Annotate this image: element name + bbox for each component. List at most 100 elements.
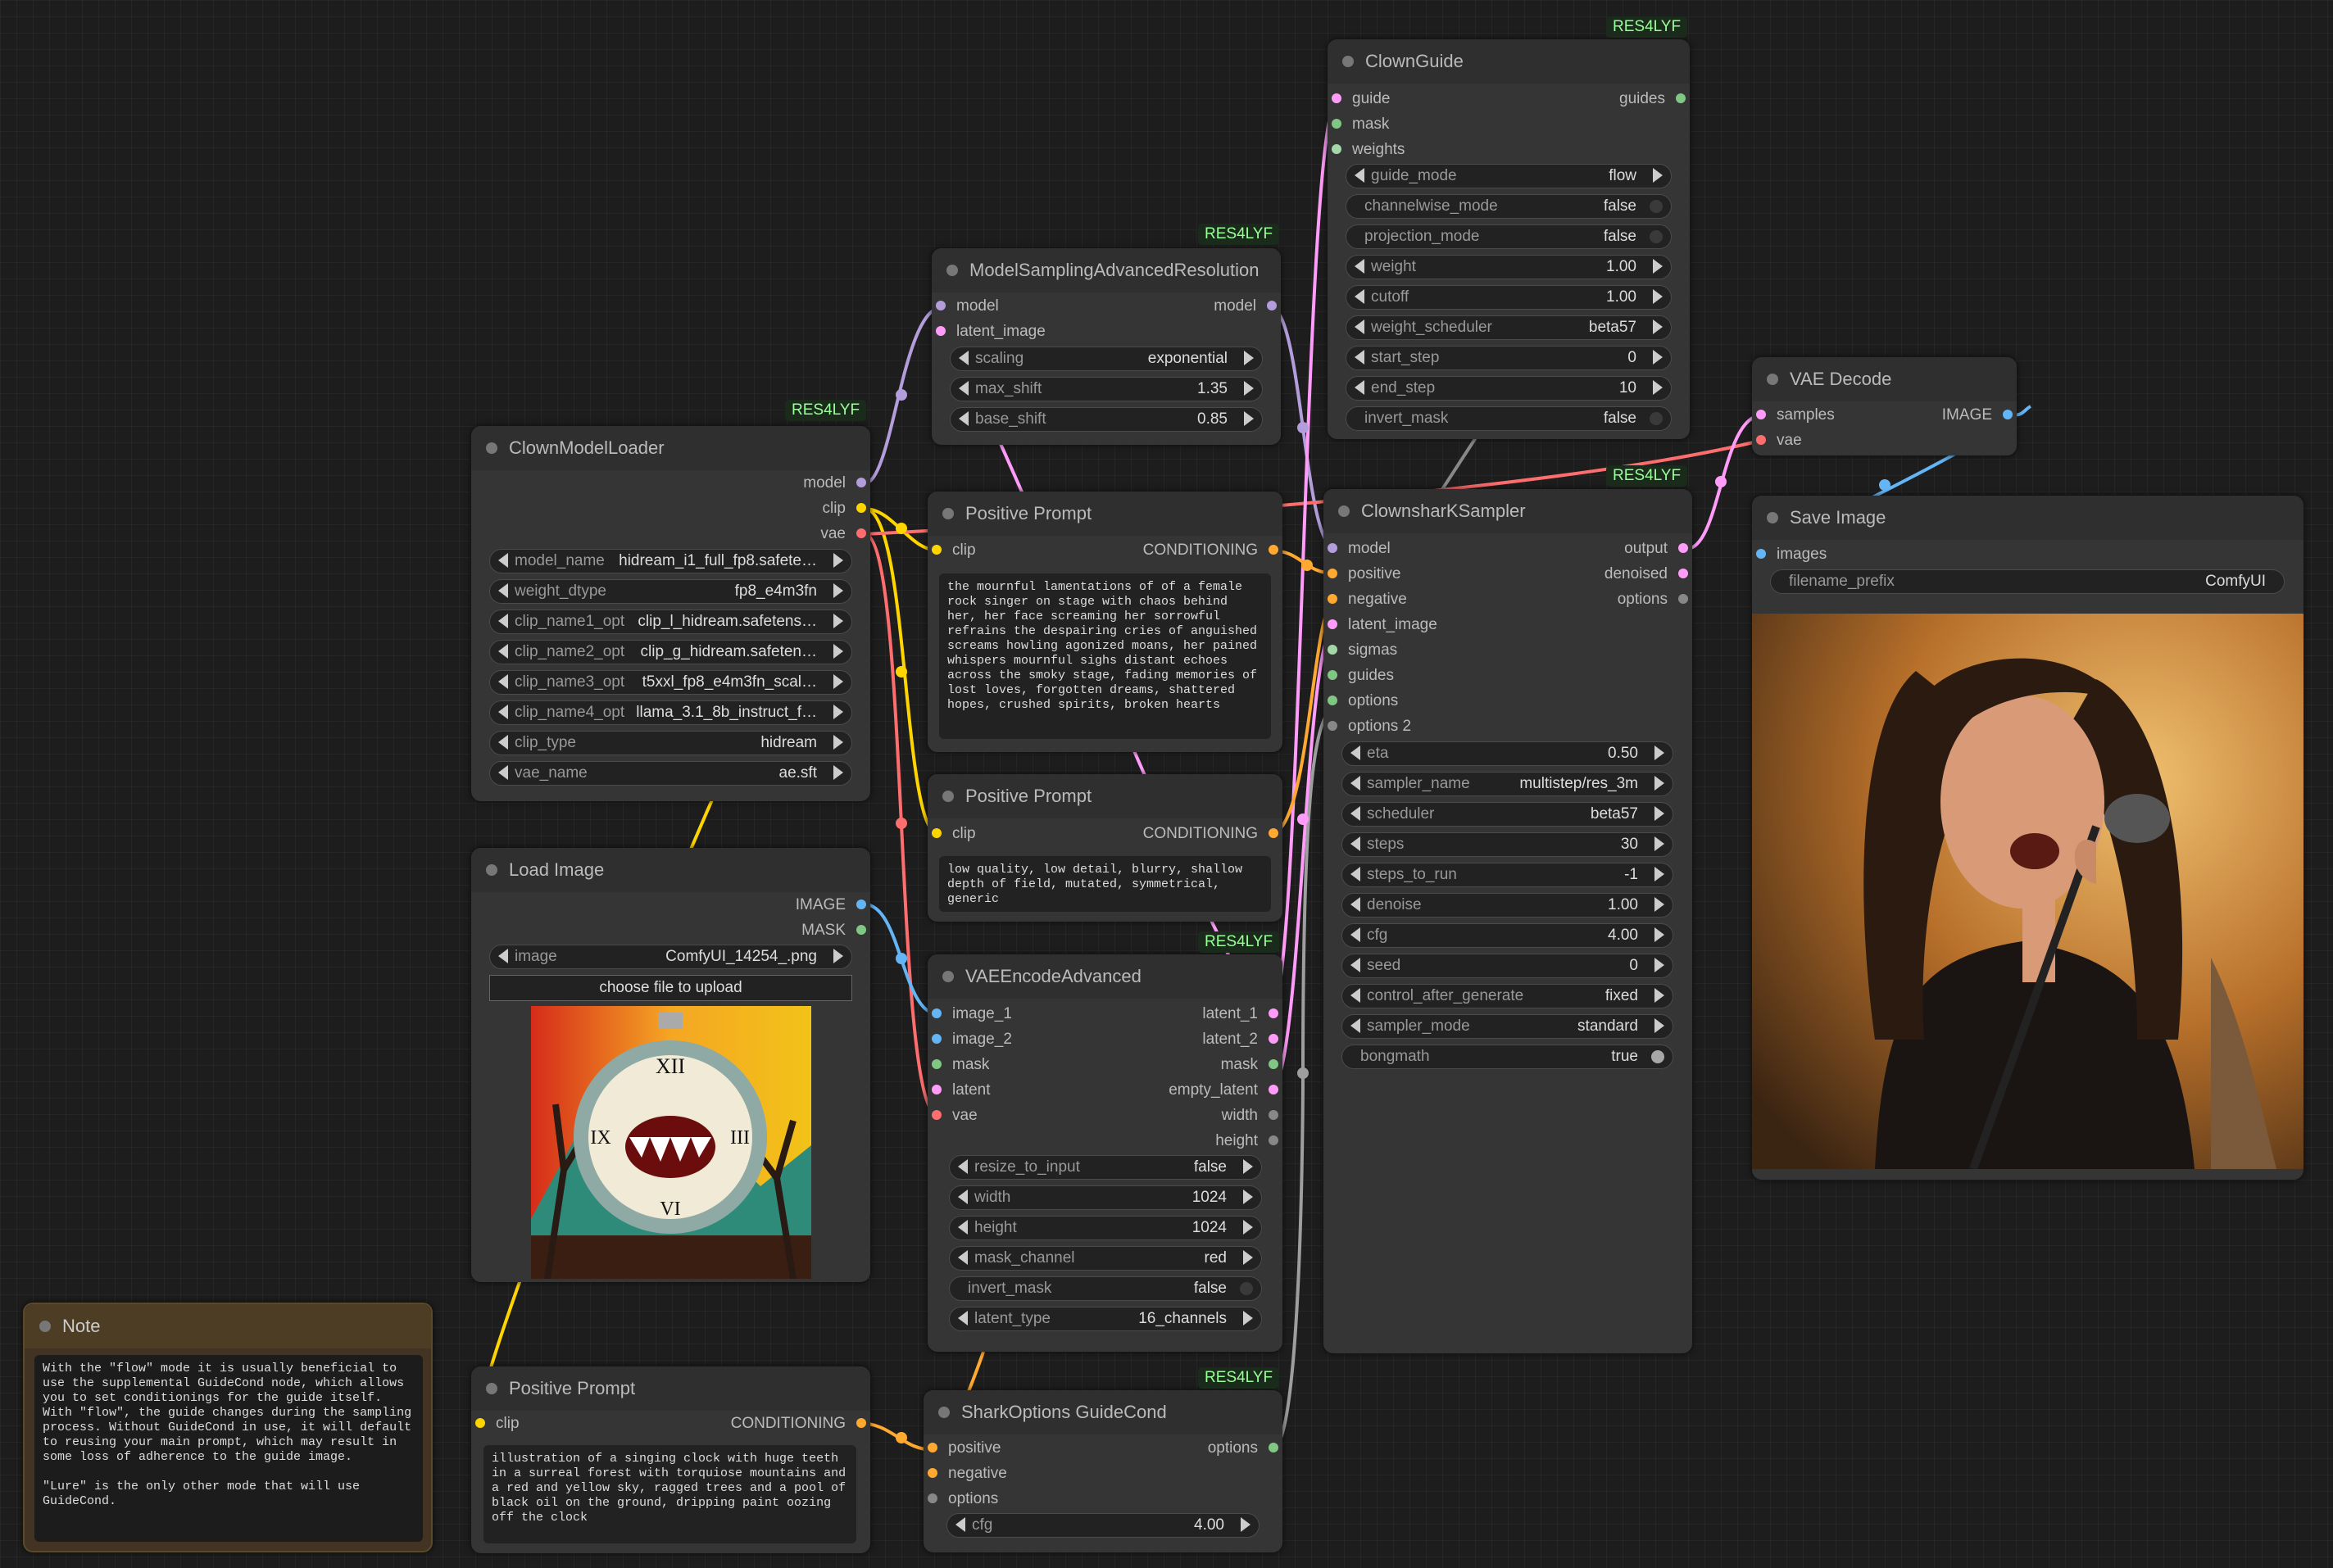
collapse-dot-icon[interactable] [1338,505,1350,517]
collapse-dot-icon[interactable] [486,1383,497,1394]
output-latent-1[interactable]: latent_1 [1202,1002,1282,1026]
input-vae[interactable]: vae [928,1103,978,1128]
collapse-dot-icon[interactable] [1342,56,1354,67]
input-model[interactable]: model [1323,537,1391,561]
input-negative[interactable]: negative [924,1462,1007,1486]
toggle-invert-mask[interactable]: invert_mask false [949,1276,1262,1301]
clown-guide-node[interactable]: ClownGuide guide mask weights guides gui… [1328,39,1690,439]
output-clip[interactable]: clip [822,496,870,521]
clown-model-loader-node[interactable]: ClownModelLoader model clip vae model_na… [471,426,870,801]
widget-clip-name4[interactable]: clip_name4_opt llama_3.1_8b_instruct_f… [489,700,852,725]
positive-prompt-node[interactable]: Positive Prompt clip CONDITIONING the mo… [928,492,1282,752]
widget-height[interactable]: height 1024 [949,1216,1262,1240]
prompt-text[interactable]: the mournful lamentations of of a female… [939,573,1271,739]
output-conditioning[interactable]: CONDITIONING [731,1412,870,1436]
widget-max-shift[interactable]: max_shift 1.35 [950,377,1263,401]
input-images[interactable]: images [1752,542,1827,567]
output-empty-latent[interactable]: empty_latent [1169,1078,1282,1103]
input-mask[interactable]: mask [1328,112,1389,137]
node-title[interactable]: ClownsharKSampler [1323,489,1692,533]
widget-weight[interactable]: weight 1.00 [1346,255,1672,279]
widget-steps-to-run[interactable]: steps_to_run -1 [1341,863,1673,887]
collapse-dot-icon[interactable] [938,1407,950,1418]
output-options[interactable]: options [1208,1436,1282,1461]
widget-start-step[interactable]: start_step 0 [1346,346,1672,370]
input-negative[interactable]: negative [1323,587,1407,612]
collapse-dot-icon[interactable] [942,508,954,519]
input-vae[interactable]: vae [1752,428,1802,453]
widget-weight-dtype[interactable]: weight_dtype fp8_e4m3fn [489,579,852,604]
widget-guide-mode[interactable]: guide_mode flow [1346,164,1672,188]
output-mask[interactable]: MASK [801,918,870,943]
widget-sampler-name[interactable]: sampler_name multistep/res_3m [1341,772,1673,796]
output-height[interactable]: height [1215,1129,1282,1153]
input-latent-image[interactable]: latent_image [932,319,1046,344]
output-latent-2[interactable]: latent_2 [1202,1027,1282,1052]
output-output[interactable]: output [1624,537,1692,561]
widget-weight-scheduler[interactable]: weight_scheduler beta57 [1346,315,1672,340]
input-image-1[interactable]: image_1 [928,1002,1012,1026]
output-image[interactable]: IMAGE [1942,403,2017,428]
note-text[interactable]: With the "flow" mode it is usually benef… [34,1355,423,1542]
output-mask[interactable]: mask [1221,1053,1282,1077]
input-sigmas[interactable]: sigmas [1323,638,1397,663]
shark-options-guidecond-node[interactable]: SharkOptions GuideCond positive negative… [924,1390,1282,1552]
toggle-channelwise-mode[interactable]: channelwise_mode false [1346,194,1672,219]
node-title[interactable]: ClownGuide [1328,39,1690,84]
input-options-2[interactable]: options 2 [1323,714,1411,739]
output-model[interactable]: model [1214,294,1281,319]
toggle-invert-mask[interactable]: invert_mask false [1346,406,1672,431]
widget-clip-type[interactable]: clip_type hidream [489,731,852,755]
collapse-dot-icon[interactable] [1767,512,1778,523]
node-title[interactable]: ClownModelLoader [471,426,870,470]
widget-denoise[interactable]: denoise 1.00 [1341,893,1673,918]
widget-base-shift[interactable]: base_shift 0.85 [950,407,1263,432]
positive-prompt-bottom-node[interactable]: Positive Prompt clip CONDITIONING illust… [471,1366,870,1553]
output-model[interactable]: model [803,471,870,496]
widget-cutoff[interactable]: cutoff 1.00 [1346,285,1672,310]
widget-clip-name2[interactable]: clip_name2_opt clip_g_hidream.safeten… [489,640,852,664]
output-conditioning[interactable]: CONDITIONING [1143,822,1282,846]
toggle-bongmath[interactable]: bongmath true [1341,1045,1673,1069]
widget-width[interactable]: width 1024 [949,1185,1262,1210]
output-vae[interactable]: vae [820,522,870,546]
input-latent-image[interactable]: latent_image [1323,613,1437,637]
node-title[interactable]: Positive Prompt [928,774,1282,818]
model-sampling-node[interactable]: ModelSamplingAdvancedResolution model la… [932,248,1281,445]
widget-scheduler[interactable]: scheduler beta57 [1341,802,1673,827]
widget-cfg[interactable]: cfg 4.00 [946,1513,1260,1538]
widget-control-after-generate[interactable]: control_after_generate fixed [1341,984,1673,1008]
node-title[interactable]: VAEEncodeAdvanced [928,954,1282,999]
widget-filename-prefix[interactable]: filename_prefix ComfyUI [1770,569,2285,594]
input-clip[interactable]: clip [471,1412,520,1436]
input-options[interactable]: options [1323,689,1398,714]
widget-sampler-mode[interactable]: sampler_mode standard [1341,1014,1673,1039]
input-guide[interactable]: guide [1328,87,1391,111]
widget-scaling[interactable]: scaling exponential [950,347,1263,371]
output-width[interactable]: width [1222,1103,1282,1128]
input-clip[interactable]: clip [928,822,976,846]
widget-latent-type[interactable]: latent_type 16_channels [949,1307,1262,1331]
node-title[interactable]: ModelSamplingAdvancedResolution [932,248,1281,292]
input-image-2[interactable]: image_2 [928,1027,1012,1052]
input-positive[interactable]: positive [1323,562,1400,587]
output-conditioning[interactable]: CONDITIONING [1143,538,1282,563]
output-denoised[interactable]: denoised [1605,562,1692,587]
collapse-dot-icon[interactable] [942,791,954,802]
vae-encode-advanced-node[interactable]: VAEEncodeAdvanced image_1 image_2 mask l… [928,954,1282,1352]
prompt-text[interactable]: low quality, low detail, blurry, shallow… [939,856,1271,912]
negative-prompt-node[interactable]: Positive Prompt clip CONDITIONING low qu… [928,774,1282,922]
node-title[interactable]: SharkOptions GuideCond [924,1390,1282,1434]
node-title[interactable]: Note [25,1304,431,1348]
collapse-dot-icon[interactable] [946,265,958,276]
node-title[interactable]: Positive Prompt [471,1366,870,1411]
widget-image[interactable]: image ComfyUI_14254_.png [489,945,852,969]
node-title[interactable]: Save Image [1752,496,2303,540]
vae-decode-node[interactable]: VAE Decode samples vae IMAGE [1752,357,2017,455]
widget-seed[interactable]: seed 0 [1341,954,1673,978]
widget-model-name[interactable]: model_name hidream_i1_full_fp8.safete… [489,549,852,573]
input-guides[interactable]: guides [1323,664,1394,688]
output-options[interactable]: options [1618,587,1692,612]
widget-cfg[interactable]: cfg 4.00 [1341,923,1673,948]
widget-steps[interactable]: steps 30 [1341,832,1673,857]
